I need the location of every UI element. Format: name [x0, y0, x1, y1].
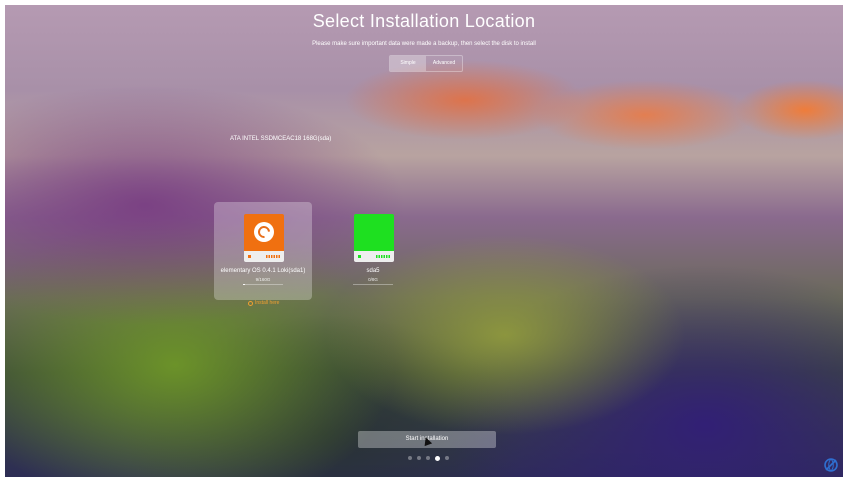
page-title: Select Installation Location	[312, 11, 536, 31]
drive-icon	[354, 214, 394, 262]
partition-name: elementary OS 0.4.1 Loki(sda1)	[220, 268, 306, 274]
page-subtitle: Please make sure important data were mad…	[312, 41, 536, 47]
tab-simple[interactable]: Simple	[390, 56, 426, 71]
tab-advanced[interactable]: Advanced	[426, 56, 462, 71]
page-indicator	[408, 455, 449, 461]
page-dot	[408, 456, 412, 460]
disk-label: ATA INTEL SSDMCEAC18 168G(sda)	[230, 136, 332, 142]
install-hint-label: Install here	[255, 300, 280, 306]
partition-sda1[interactable]: elementary OS 0.4.1 Loki(sda1) 9/160G	[214, 202, 312, 300]
partition-size: 0/8G	[368, 277, 378, 282]
partition-sda5[interactable]: sda5 0/8G	[324, 202, 422, 300]
partition-usage-fill	[243, 284, 246, 285]
page-dot-current	[435, 455, 440, 461]
page-dot	[417, 456, 421, 460]
partition-name: sda5	[366, 268, 380, 274]
partition-usage-bar	[353, 284, 393, 285]
page-dot	[426, 456, 430, 460]
mode-tabs: Simple Advanced	[389, 55, 463, 72]
partition-usage-bar	[243, 284, 283, 285]
install-here-hint: Install here	[248, 300, 279, 306]
partition-size: 9/160G	[255, 277, 271, 282]
info-icon	[248, 300, 253, 306]
installer-screen: Select Installation Location Please make…	[5, 5, 843, 477]
network-icon[interactable]	[822, 456, 840, 474]
page-dot	[445, 456, 449, 460]
drive-icon	[244, 214, 284, 262]
deepin-logo-icon	[254, 222, 274, 242]
